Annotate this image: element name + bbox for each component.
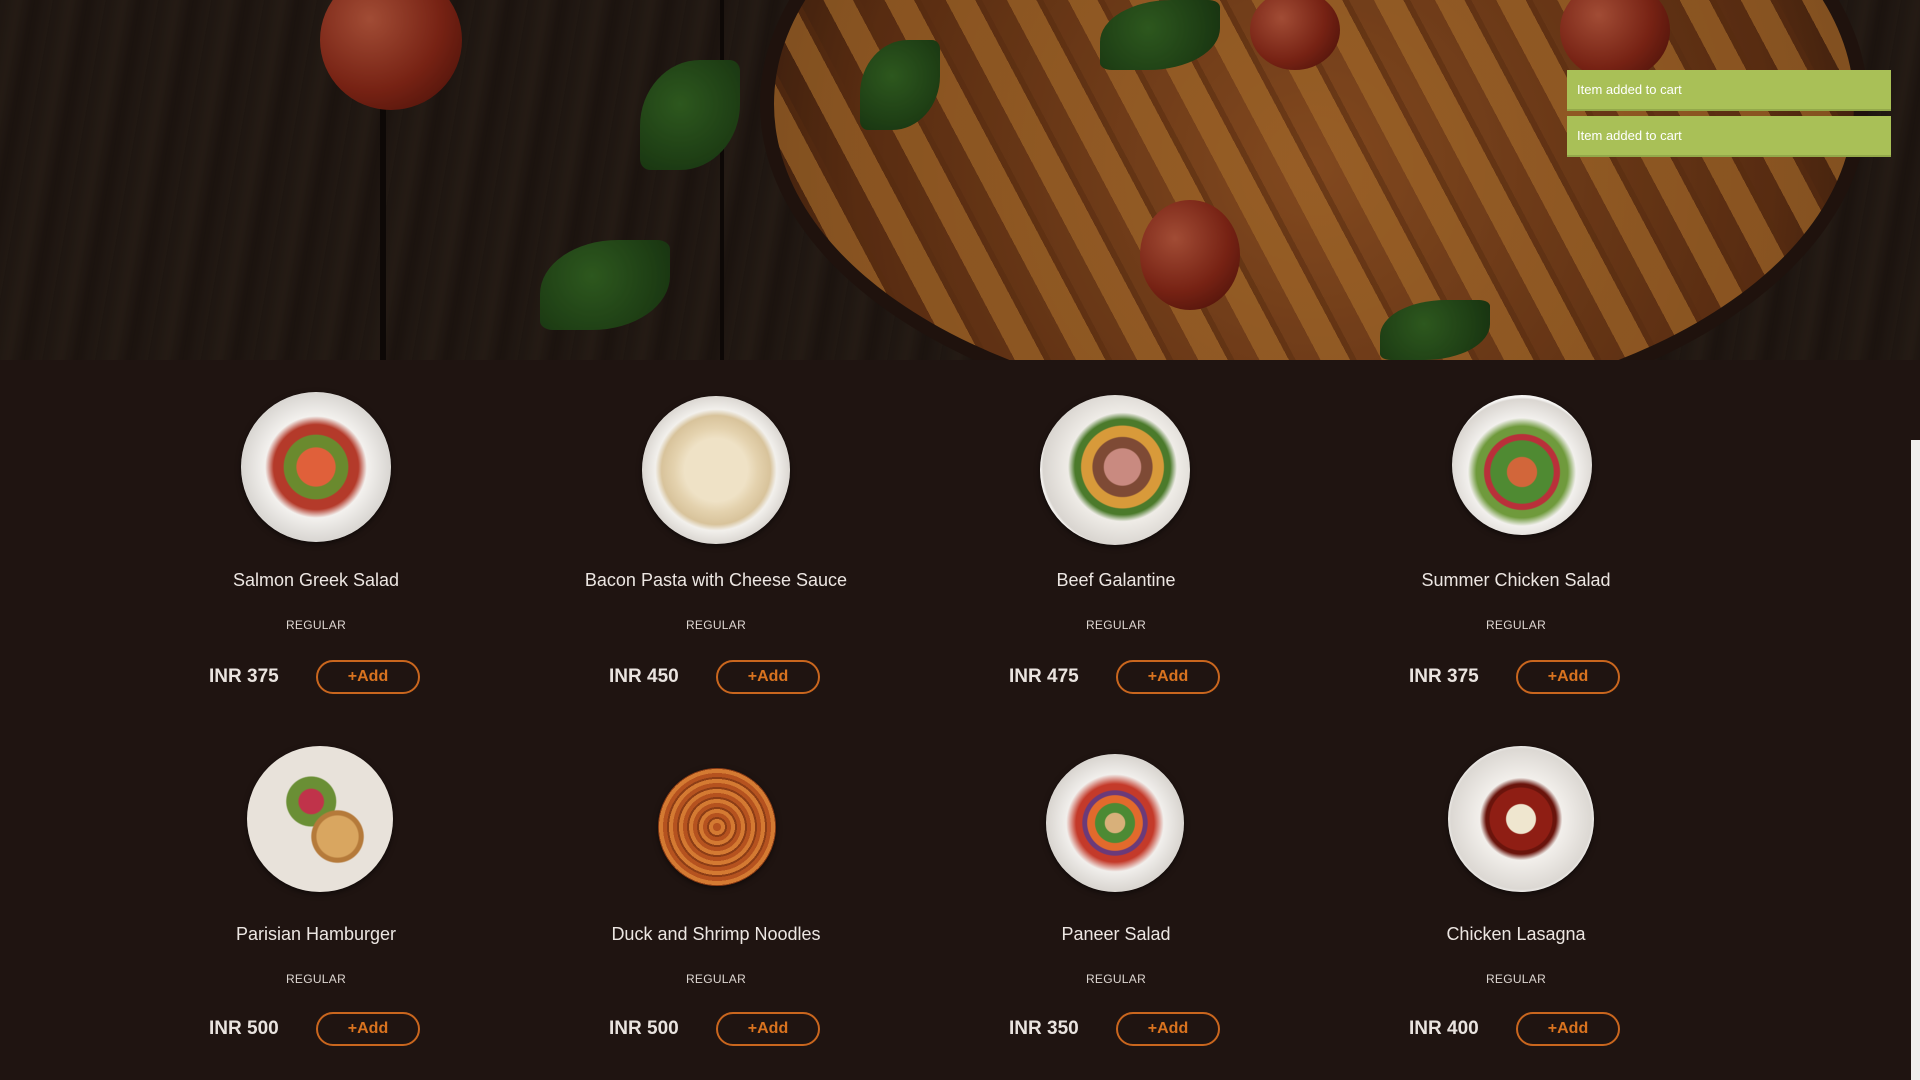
menu-item-name: Parisian Hamburger — [235, 924, 397, 944]
cart-notification-toast: Item added to cart — [1567, 70, 1891, 111]
menu-item-card: Summer Chicken Salad REGULAR INR 375 +Ad… — [1316, 390, 1716, 700]
add-to-cart-button[interactable]: +Add — [316, 660, 420, 694]
menu-item-name: Beef Galantine — [1056, 570, 1176, 590]
menu-item-price: INR 450 — [609, 666, 679, 687]
menu-item-variant: REGULAR — [1485, 618, 1547, 632]
menu-item-variant: REGULAR — [1485, 972, 1547, 986]
menu-item-name: Chicken Lasagna — [1446, 924, 1586, 944]
menu-item-name: Summer Chicken Salad — [1421, 570, 1611, 590]
bacon-pasta-image — [642, 396, 790, 544]
menu-item-card: Duck and Shrimp Noodles REGULAR INR 500 … — [516, 742, 916, 1052]
toast-message: Item added to cart — [1577, 82, 1682, 97]
beef-galantine-image — [1040, 395, 1190, 545]
cart-notification-toast: Item added to cart — [1567, 116, 1891, 157]
menu-item-card: Beef Galantine REGULAR INR 475 +Add — [916, 390, 1316, 700]
menu-item-variant: REGULAR — [1085, 972, 1147, 986]
salmon-greek-salad-image — [241, 392, 391, 542]
add-to-cart-button[interactable]: +Add — [716, 660, 820, 694]
scrollbar-thumb[interactable] — [1911, 440, 1920, 1080]
paneer-salad-image — [1046, 754, 1184, 892]
add-to-cart-button[interactable]: +Add — [716, 1012, 820, 1046]
menu-item-name: Paneer Salad — [1061, 924, 1171, 944]
menu-item-name: Duck and Shrimp Noodles — [611, 924, 821, 944]
menu-item-price: INR 375 — [1409, 666, 1479, 687]
toast-message: Item added to cart — [1577, 128, 1682, 143]
duck-shrimp-noodles-image — [658, 768, 776, 886]
menu-item-price: INR 500 — [209, 1018, 279, 1039]
menu-item-variant: REGULAR — [285, 618, 347, 632]
summer-chicken-salad-image — [1452, 395, 1592, 535]
chicken-lasagna-image — [1448, 746, 1594, 892]
menu-item-variant: REGULAR — [685, 972, 747, 986]
hero-banner-image — [0, 0, 1920, 360]
menu-item-variant: REGULAR — [285, 972, 347, 986]
add-to-cart-button[interactable]: +Add — [1516, 1012, 1620, 1046]
add-to-cart-button[interactable]: +Add — [1516, 660, 1620, 694]
menu-item-card: Chicken Lasagna REGULAR INR 400 +Add — [1316, 742, 1716, 1052]
menu-item-price: INR 500 — [609, 1018, 679, 1039]
menu-item-price: INR 350 — [1009, 1018, 1079, 1039]
menu-item-card: Paneer Salad REGULAR INR 350 +Add — [916, 742, 1316, 1052]
add-to-cart-button[interactable]: +Add — [1116, 1012, 1220, 1046]
parisian-hamburger-image — [247, 746, 393, 892]
menu-item-card: Parisian Hamburger REGULAR INR 500 +Add — [116, 742, 516, 1052]
menu-item-name: Bacon Pasta with Cheese Sauce — [584, 570, 848, 590]
menu-item-name: Salmon Greek Salad — [232, 570, 400, 590]
menu-item-variant: REGULAR — [685, 618, 747, 632]
add-to-cart-button[interactable]: +Add — [316, 1012, 420, 1046]
menu-item-card: Salmon Greek Salad REGULAR INR 375 +Add — [116, 390, 516, 700]
menu-item-price: INR 375 — [209, 666, 279, 687]
add-to-cart-button[interactable]: +Add — [1116, 660, 1220, 694]
menu-item-price: INR 475 — [1009, 666, 1079, 687]
menu-item-card: Bacon Pasta with Cheese Sauce REGULAR IN… — [516, 390, 916, 700]
menu-item-variant: REGULAR — [1085, 618, 1147, 632]
menu-item-price: INR 400 — [1409, 1018, 1479, 1039]
